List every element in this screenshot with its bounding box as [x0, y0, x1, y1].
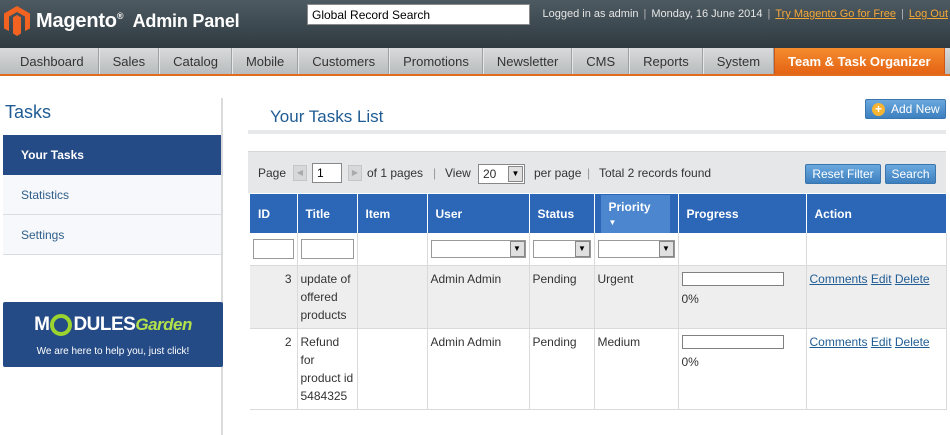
cell-item	[357, 328, 428, 410]
chevron-down-icon: ▼	[508, 166, 523, 182]
cell-id: 3	[250, 265, 298, 329]
cell-priority: Medium	[594, 328, 679, 410]
progress-bar	[681, 271, 784, 286]
sidebar-divider	[221, 98, 223, 435]
reset-filter-button[interactable]: Reset Filter	[805, 164, 881, 184]
banner-tagline: We are here to help you, just click!	[36, 346, 190, 357]
next-page-arrow-icon[interactable]: ▶	[348, 165, 362, 181]
per-page-select[interactable]: 20 ▼	[478, 164, 525, 184]
prev-page-arrow-icon[interactable]: ◀	[293, 165, 307, 181]
nav-sales[interactable]: Sales	[98, 48, 160, 74]
view-label: View	[445, 166, 471, 180]
cell-title: update of offered products	[297, 265, 358, 329]
nav-mobile[interactable]: Mobile	[231, 48, 299, 74]
page-label: Page	[258, 166, 287, 180]
main-nav: Dashboard Sales Catalog Mobile Customers…	[0, 48, 950, 76]
global-search-input[interactable]	[307, 4, 530, 25]
nav-customers[interactable]: Customers	[298, 48, 390, 74]
grid-pager: Page ◀ ▶ of 1 pages | View 20 ▼ per page…	[248, 151, 946, 193]
column-header-status[interactable]: Status	[529, 194, 595, 233]
nav-catalog[interactable]: Catalog	[159, 48, 232, 74]
cell-id: 2	[250, 328, 298, 410]
progress-bar	[681, 334, 784, 349]
sidebar-tab-your-tasks[interactable]: Your Tasks	[3, 135, 223, 175]
filter-priority-select[interactable]: ▼	[597, 239, 675, 258]
edit-link[interactable]: Edit	[871, 335, 892, 349]
delete-link[interactable]: Delete	[895, 272, 930, 286]
column-header-action[interactable]: Action	[806, 194, 947, 233]
per-page-text: per page	[534, 166, 582, 180]
nav-reports[interactable]: Reports	[629, 48, 703, 74]
logged-in-text: Logged in as admin	[542, 8, 639, 20]
of-pages-text: of 1 pages	[367, 166, 424, 180]
chevron-down-icon: ▼	[509, 240, 525, 257]
header: Magento® Admin Panel Logged in as admin|…	[0, 0, 950, 48]
table-row[interactable]: 3 update of offered products Admin Admin…	[250, 265, 947, 329]
filter-id-input[interactable]	[253, 238, 294, 259]
nav-cms[interactable]: CMS	[572, 48, 630, 74]
column-header-id[interactable]: ID	[250, 194, 298, 233]
column-header-progress[interactable]: Progress	[678, 194, 807, 233]
filter-row: ▼ ▼ ▼	[250, 233, 947, 266]
sidebar-tabs: Your Tasks Statistics Settings	[3, 135, 223, 255]
chevron-down-icon: ▼	[658, 240, 674, 257]
page-title: Your Tasks List	[270, 107, 384, 126]
page-number-input[interactable]	[312, 163, 342, 183]
globe-icon	[50, 314, 73, 336]
sort-desc-icon: ▼	[608, 217, 617, 227]
nav-newsletter[interactable]: Newsletter	[482, 48, 573, 74]
app-name: Magento	[36, 9, 117, 32]
nav-system[interactable]: System	[702, 48, 775, 74]
header-links: Logged in as admin | Monday, 16 June 2014 |…	[542, 8, 948, 20]
cell-user: Admin Admin	[427, 265, 530, 329]
magento-logo[interactable]: Magento® Admin Panel	[4, 5, 240, 37]
cell-progress: 0%	[678, 265, 807, 329]
nav-dashboard[interactable]: Dashboard	[0, 48, 99, 74]
progress-text: 0%	[681, 354, 699, 369]
column-header-user[interactable]: User	[427, 194, 530, 233]
cell-priority: Urgent	[594, 265, 679, 329]
cell-status: Pending	[529, 328, 595, 410]
cell-progress: 0%	[678, 328, 807, 410]
date-text: Monday, 16 June 2014	[651, 8, 763, 20]
app-sub: Admin Panel	[132, 10, 240, 31]
sidebar-tab-settings[interactable]: Settings	[3, 215, 223, 255]
cell-title: Refund for product id 5484325	[297, 328, 358, 410]
edit-link[interactable]: Edit	[871, 272, 892, 286]
nav-team-task-organizer[interactable]: Team & Task Organizer	[774, 48, 945, 74]
table-row[interactable]: 2 Refund for product id 5484325 Admin Ad…	[250, 328, 947, 410]
progress-text: 0%	[681, 291, 699, 306]
filter-title-input[interactable]	[300, 238, 354, 259]
tasks-grid: ID Title Item User Status Priority ▼ Pro…	[250, 194, 947, 410]
grid-header-row: ID Title Item User Status Priority ▼ Pro…	[250, 194, 947, 233]
title-divider	[248, 130, 946, 134]
chevron-down-icon: ▼	[574, 240, 590, 257]
comments-link[interactable]: Comments	[810, 272, 868, 286]
cell-status: Pending	[529, 265, 595, 329]
add-new-button[interactable]: + Add New	[865, 99, 946, 119]
cell-user: Admin Admin	[427, 328, 530, 410]
column-header-title[interactable]: Title	[297, 194, 358, 233]
sidebar-tab-statistics[interactable]: Statistics	[3, 175, 223, 215]
modulesgarden-banner[interactable]: M DULES Garden We are here to help you, ju…	[3, 302, 223, 367]
modulesgarden-logo: M DULES Garden	[34, 314, 192, 336]
column-header-item[interactable]: Item	[357, 194, 428, 233]
cell-item	[357, 265, 428, 329]
search-button[interactable]: Search	[885, 164, 936, 184]
cell-action: Comments Edit Delete	[806, 328, 947, 410]
delete-link[interactable]: Delete	[895, 335, 930, 349]
comments-link[interactable]: Comments	[810, 335, 868, 349]
filter-status-select[interactable]: ▼	[532, 239, 591, 258]
nav-promotions[interactable]: Promotions	[389, 48, 483, 74]
sidebar-title: Tasks	[5, 102, 52, 122]
plus-icon: +	[872, 103, 885, 116]
try-magento-link[interactable]: Try Magento Go for Free	[775, 8, 896, 20]
cell-action: Comments Edit Delete	[806, 265, 947, 329]
column-header-priority[interactable]: Priority ▼	[594, 194, 679, 233]
total-records-text: Total 2 records found	[599, 166, 712, 180]
magento-logo-icon	[4, 6, 30, 36]
logout-link[interactable]: Log Out	[909, 8, 948, 20]
filter-user-select[interactable]: ▼	[430, 239, 526, 258]
